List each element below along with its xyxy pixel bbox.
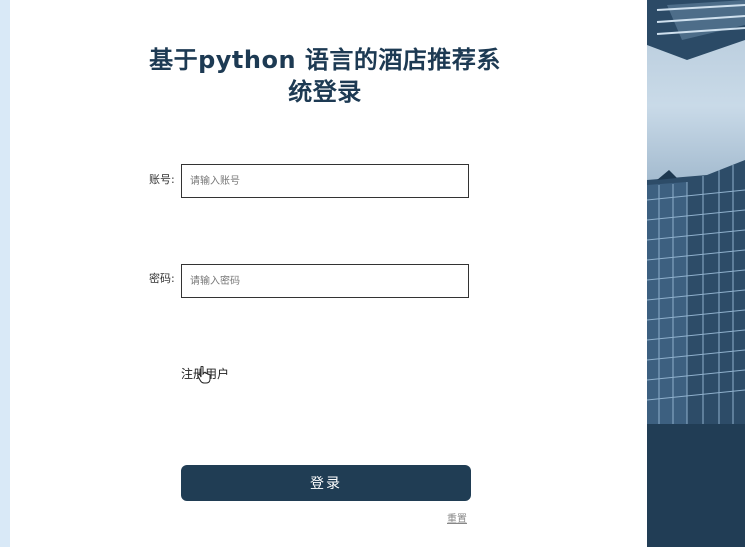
building-background-image bbox=[647, 0, 745, 547]
skyscraper-graphic bbox=[647, 0, 745, 424]
building-photo bbox=[647, 0, 745, 424]
page-title: 基于python 语言的酒店推荐系统登录 bbox=[149, 46, 501, 106]
reset-link[interactable]: 重置 bbox=[447, 510, 467, 525]
password-label: 密码: bbox=[149, 272, 175, 285]
account-label: 账号: bbox=[149, 173, 175, 186]
hand-pointer-cursor-icon bbox=[197, 366, 211, 384]
background-dark-band bbox=[647, 424, 745, 547]
password-input[interactable] bbox=[181, 264, 469, 298]
account-input[interactable] bbox=[181, 164, 469, 198]
left-border-strip bbox=[0, 0, 10, 547]
login-button[interactable]: 登录 bbox=[181, 465, 471, 501]
